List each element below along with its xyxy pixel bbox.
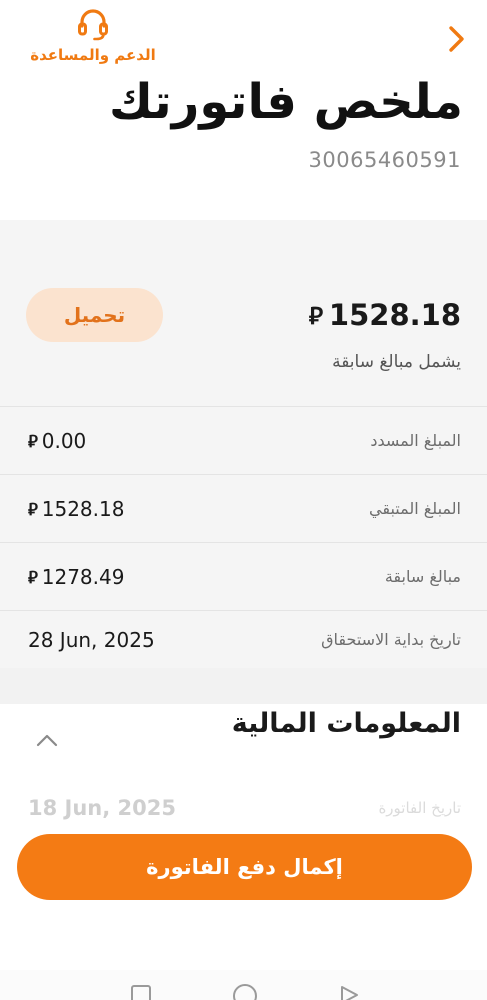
currency-icon: ⃁ xyxy=(28,499,38,519)
account-number: 30065460591 xyxy=(308,148,461,172)
total-amount: ⃁ 1528.18 xyxy=(309,298,461,332)
support-label: الدعم والمساعدة xyxy=(30,46,156,64)
currency-icon: ⃁ xyxy=(308,301,323,330)
previous-amounts-value: 1278.49 xyxy=(41,564,125,589)
back-triangle-icon[interactable] xyxy=(338,984,360,1000)
download-button[interactable]: تحميل xyxy=(26,288,163,342)
section-divider xyxy=(0,668,487,704)
remaining-amount-value: 1528.18 xyxy=(41,496,125,521)
invoice-date-value: 18 Jun, 2025 xyxy=(28,796,176,820)
home-icon[interactable] xyxy=(233,984,257,1000)
headset-icon xyxy=(78,9,108,41)
support-button[interactable]: الدعم والمساعدة xyxy=(18,4,168,70)
row-value: ⃁ 1278.49 xyxy=(28,565,124,589)
currency-icon: ⃁ xyxy=(28,567,38,587)
invoice-date-row: 18 Jun, 2025 تاريخ الفاتورة xyxy=(0,786,487,830)
row-value: ⃁ 0.00 xyxy=(28,429,86,453)
paid-amount-label: المبلغ المسدد xyxy=(370,431,461,450)
due-start-date-label: تاريخ بداية الاستحقاق xyxy=(321,630,461,649)
paid-amount-row: ⃁ 0.00 المبلغ المسدد xyxy=(0,406,487,474)
previous-amounts-row: ⃁ 1278.49 مبالغ سابقة xyxy=(0,542,487,610)
remaining-amount-label: المبلغ المتبقي xyxy=(369,499,461,518)
chevron-up-icon[interactable] xyxy=(34,730,60,750)
system-nav-bar xyxy=(0,970,487,1000)
financial-info-title: المعلومات المالية xyxy=(231,708,461,739)
due-start-date-row: 28 Jun, 2025 تاريخ بداية الاستحقاق xyxy=(0,610,487,668)
bill-summary-card: تحميل ⃁ 1528.18 يشمل مبالغ سابقة ⃁ 0.00 … xyxy=(0,220,487,668)
paid-amount-value: 0.00 xyxy=(41,428,87,453)
remaining-amount-row: ⃁ 1528.18 المبلغ المتبقي xyxy=(0,474,487,542)
page-title: ملخص فاتورتك xyxy=(108,74,463,130)
previous-amounts-label: مبالغ سابقة xyxy=(384,567,461,586)
complete-payment-button[interactable]: إكمال دفع الفاتورة xyxy=(17,834,472,900)
currency-icon: ⃁ xyxy=(28,431,38,451)
back-button[interactable] xyxy=(441,22,471,56)
recent-apps-icon[interactable] xyxy=(131,985,151,1000)
row-value: ⃁ 1528.18 xyxy=(28,497,124,521)
due-start-date-value: 28 Jun, 2025 xyxy=(28,627,155,652)
total-amount-value: 1528.18 xyxy=(328,298,461,332)
includes-previous-text: يشمل مبالغ سابقة xyxy=(332,352,461,372)
invoice-date-label: تاريخ الفاتورة xyxy=(378,799,461,817)
chevron-right-icon xyxy=(449,26,464,52)
